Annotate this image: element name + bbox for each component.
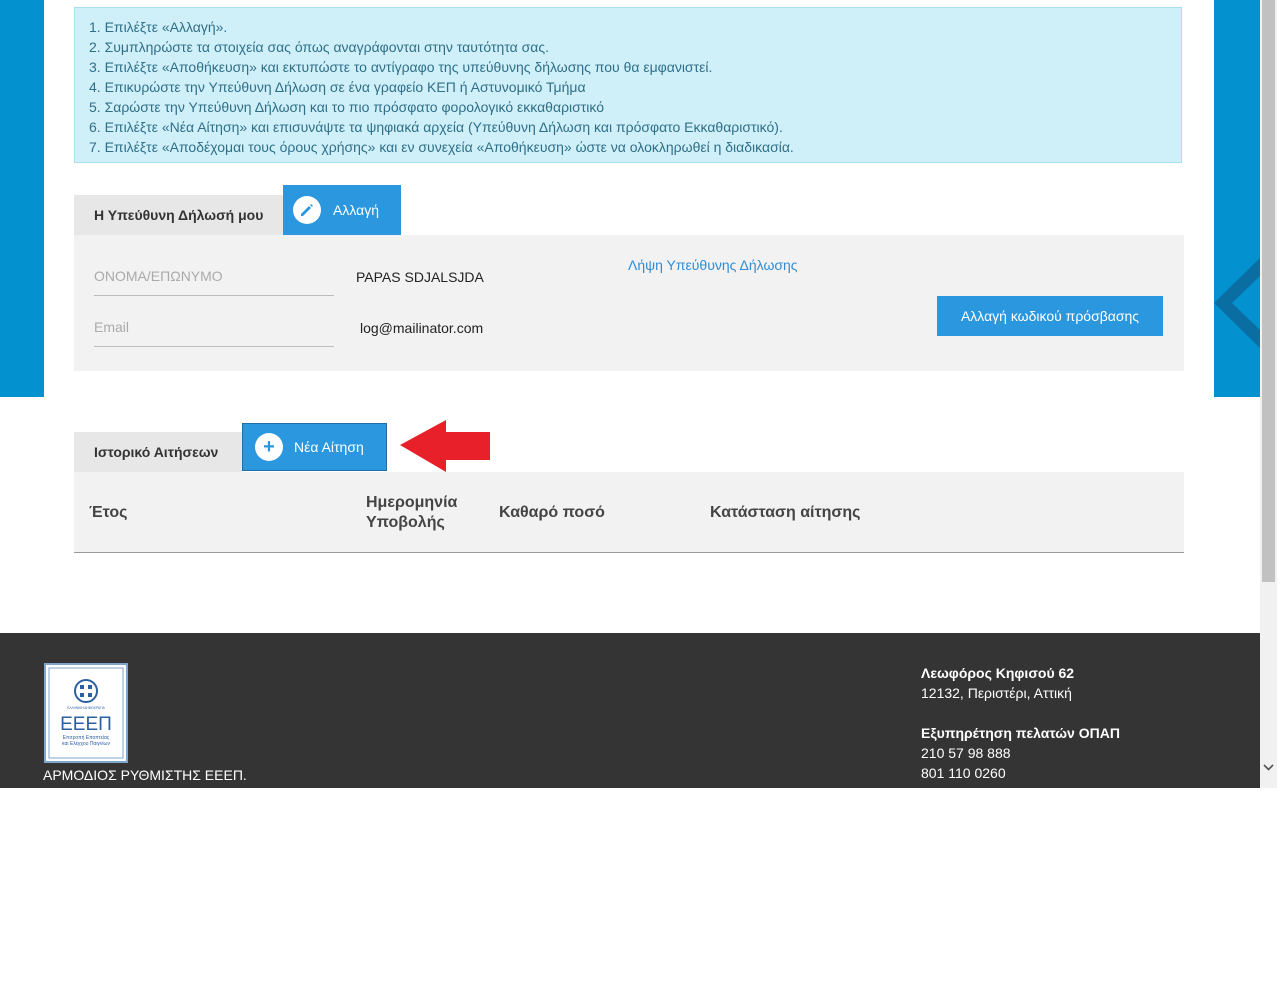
eeep-logo-graphic: ΕΛΛΗΝΙΚΗ ΔΗΜΟΚΡΑΤΙΑ ΕΕΕΠ Επιτροπή Εποπτε…	[48, 667, 124, 759]
history-tab-label: Ιστορικό Αιτήσεων	[94, 444, 219, 460]
regulator-text: ΑΡΜΟΔΙΟΣ ΡΥΘΜΙΣΤΗΣ ΕΕΕΠ.	[43, 767, 247, 783]
download-declaration-link[interactable]: Λήψη Υπεύθυνης Δήλωσης	[628, 257, 798, 273]
decorative-chevron-icon	[1214, 258, 1260, 348]
eeep-logo: ΕΛΛΗΝΙΚΗ ΔΗΜΟΚΡΑΤΙΑ ΕΕΕΠ Επιτροπή Εποπτε…	[44, 663, 128, 763]
customer-service-title: Εξυπηρέτηση πελατών ΟΠΑΠ	[921, 725, 1120, 741]
address-line: 12132, Περιστέρι, Αττική	[921, 685, 1072, 701]
pencil-icon	[293, 196, 321, 224]
svg-text:και Ελέγχου Παιγνίων: και Ελέγχου Παιγνίων	[62, 740, 110, 747]
page-viewport: 1. Επιλέξτε «Αλλαγή». 2. Συμπληρώστε τα …	[0, 0, 1260, 788]
instruction-step: 7. Επιλέξτε «Αποδέχομαι τους όρους χρήση…	[89, 139, 794, 155]
email-value: log@mailinator.com	[360, 320, 484, 336]
column-net-amount: Καθαρό ποσό	[499, 504, 605, 521]
new-request-button[interactable]: + Νέα Αίτηση	[242, 423, 387, 471]
instructions-box: 1. Επιλέξτε «Αλλαγή». 2. Συμπληρώστε τα …	[74, 7, 1182, 163]
email-underline	[94, 346, 334, 347]
address-title: Λεωφόρος Κηφισού 62	[921, 665, 1075, 681]
change-button-label: Αλλαγή	[333, 202, 380, 218]
profile-panel: ΟΝΟΜΑ/ΕΠΩΝΥΜΟ PAPAS SDJALSJDA Email log@…	[74, 235, 1184, 371]
svg-text:ΕΕΕΠ: ΕΕΕΠ	[60, 714, 112, 735]
chevron-down-icon[interactable]	[1260, 756, 1277, 778]
phone-2: 801 110 0260	[921, 765, 1006, 781]
change-password-button[interactable]: Αλλαγή κωδικού πρόσβασης	[937, 296, 1163, 336]
change-button[interactable]: Αλλαγή	[283, 185, 401, 235]
history-tab[interactable]: Ιστορικό Αιτήσεων	[74, 432, 242, 472]
new-request-label: Νέα Αίτηση	[294, 439, 364, 455]
instruction-step: 6. Επιλέξτε «Νέα Αίτηση» και επισυνάψτε …	[89, 119, 783, 135]
instruction-step: 1. Επιλέξτε «Αλλαγή».	[89, 19, 228, 35]
name-underline	[94, 295, 334, 296]
column-year: Έτος	[89, 504, 128, 521]
name-value: PAPAS SDJALSJDA	[356, 269, 484, 285]
declaration-tab[interactable]: Η Υπεύθυνη Δήλωσή μου	[74, 195, 283, 235]
svg-text:Επιτροπή Εποπτείας: Επιτροπή Εποπτείας	[63, 734, 110, 741]
footer: ΕΛΛΗΝΙΚΗ ΔΗΜΟΚΡΑΤΙΑ ΕΕΕΠ Επιτροπή Εποπτε…	[0, 633, 1260, 788]
email-label: Email	[94, 319, 130, 335]
vertical-scrollbar[interactable]	[1260, 0, 1277, 788]
history-table-header: Έτος Ημερομηνία Υποβολής Καθαρό ποσό Κατ…	[74, 472, 1184, 553]
column-request-status: Κατάσταση αίτησης	[710, 504, 861, 521]
name-label: ΟΝΟΜΑ/ΕΠΩΝΥΜΟ	[94, 268, 223, 284]
column-submission-date-line2: Υποβολής	[366, 514, 445, 531]
scrollbar-thumb[interactable]	[1262, 0, 1275, 582]
change-password-label: Αλλαγή κωδικού πρόσβασης	[960, 308, 1140, 324]
instruction-step: 2. Συμπληρώστε τα στοιχεία σας όπως αναγ…	[89, 39, 550, 55]
instruction-step: 4. Επικυρώστε την Υπεύθυνη Δήλωση σε ένα…	[89, 79, 586, 95]
declaration-tab-label: Η Υπεύθυνη Δήλωσή μου	[94, 207, 264, 223]
phone-1: 210 57 98 888	[921, 745, 1011, 761]
right-brand-band	[1214, 0, 1260, 397]
left-brand-band	[0, 0, 44, 397]
plus-icon: +	[255, 433, 283, 461]
column-submission-date-line1: Ημερομηνία	[366, 494, 458, 511]
red-arrow-icon	[400, 420, 490, 472]
instruction-step: 3. Επιλέξτε «Αποθήκευση» και εκτυπώστε τ…	[89, 59, 713, 75]
svg-text:ΕΛΛΗΝΙΚΗ ΔΗΜΟΚΡΑΤΙΑ: ΕΛΛΗΝΙΚΗ ΔΗΜΟΚΡΑΤΙΑ	[67, 706, 105, 710]
instruction-step: 5. Σαρώστε την Υπεύθυνη Δήλωση και το πι…	[89, 99, 605, 115]
